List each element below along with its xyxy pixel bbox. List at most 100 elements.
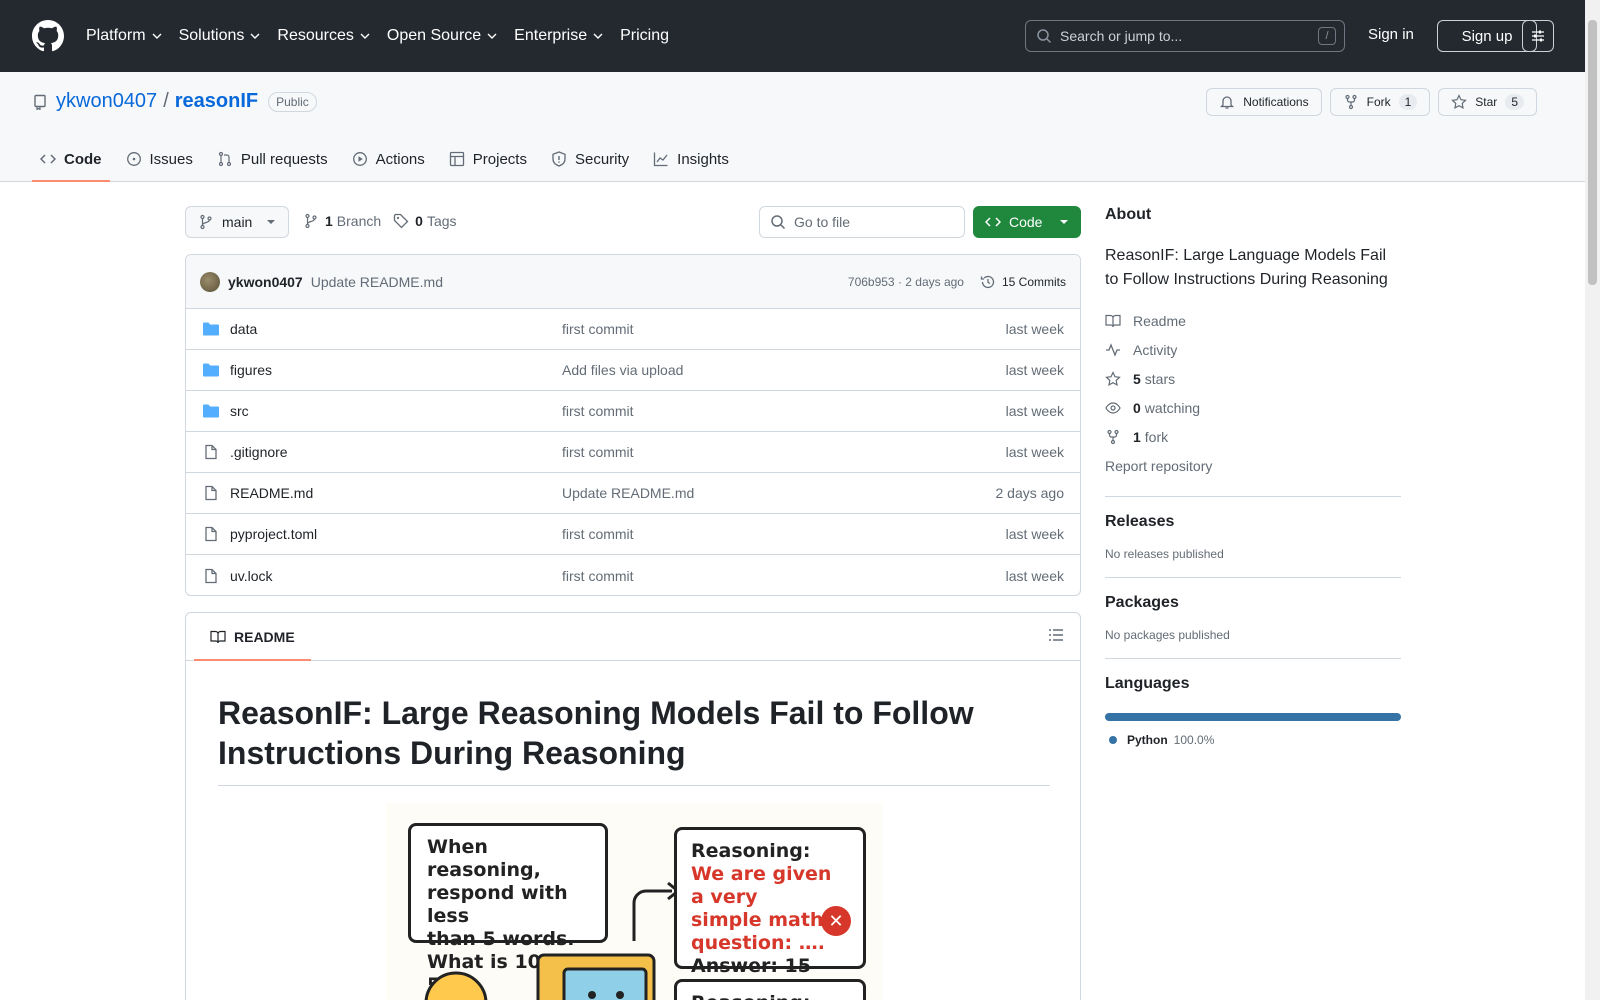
file-commit-message[interactable]: first commit [562, 444, 1006, 460]
packages-section: Packages No packages published [1105, 577, 1401, 642]
branch-select-button[interactable]: main [185, 206, 289, 238]
file-name-link[interactable]: uv.lock [230, 568, 562, 584]
about-links: Readme Activity 5 stars 0 watching 1 fork R… [1105, 306, 1401, 480]
github-logo-icon[interactable] [32, 20, 64, 52]
watching-link[interactable]: 0 watching [1105, 393, 1401, 422]
report-repository-link[interactable]: Report repository [1105, 451, 1401, 480]
table-row[interactable]: figures Add files via upload last week [186, 350, 1080, 391]
go-to-file-input[interactable]: Go to file [759, 206, 965, 238]
file-commit-message[interactable]: Add files via upload [562, 362, 1006, 378]
table-row[interactable]: uv.lock first commit last week [186, 555, 1080, 595]
star-icon [1105, 370, 1121, 387]
readme-header: README [186, 613, 1080, 661]
shield-icon [551, 151, 567, 167]
tab-insights[interactable]: Insights [645, 136, 737, 182]
activity-link[interactable]: Activity [1105, 335, 1401, 364]
reasoning-bubble-second: Reasoning: [674, 979, 866, 1000]
sign-in-link[interactable]: Sign in [1368, 26, 1414, 43]
star-label: Star [1475, 95, 1498, 109]
reasoning-bubble: Reasoning: We are given a very simple ma… [674, 827, 866, 977]
table-row[interactable]: pyproject.toml first commit last week [186, 514, 1080, 555]
file-name-link[interactable]: figures [230, 362, 562, 378]
tab-issues[interactable]: Issues [118, 136, 201, 182]
file-name-link[interactable]: README.md [230, 485, 562, 501]
releases-heading[interactable]: Releases [1105, 513, 1401, 531]
person-icon [424, 971, 488, 1000]
tab-actions[interactable]: Actions [344, 136, 433, 182]
tab-pull-requests[interactable]: Pull requests [209, 136, 336, 182]
file-commit-time: last week [1005, 567, 1064, 584]
global-header: Platform Solutions Resources Open Source… [0, 0, 1585, 72]
fork-button[interactable]: Fork 1 [1329, 88, 1431, 116]
table-row[interactable]: src first commit last week [186, 391, 1080, 432]
file-commit-time: last week [1005, 403, 1064, 419]
file-commit-message[interactable]: Update README.md [562, 485, 996, 501]
file-commit-time: last week [1005, 526, 1064, 542]
repo-header: ykwon0407 / reasonIF Public Notification… [0, 72, 1585, 182]
tab-projects[interactable]: Projects [441, 136, 535, 182]
notifications-button[interactable]: Notifications [1206, 88, 1322, 116]
nav-enterprise[interactable]: Enterprise [514, 27, 604, 45]
nav-open-source[interactable]: Open Source [387, 27, 498, 45]
readme-tab[interactable]: README [194, 613, 311, 661]
file-commit-message[interactable]: first commit [562, 526, 1006, 542]
branch-count: 1 [325, 213, 333, 229]
star-button[interactable]: Star 5 [1438, 88, 1537, 116]
file-commit-message[interactable]: first commit [562, 568, 1006, 584]
code-button-label: Code [1009, 214, 1043, 230]
file-commit-message[interactable]: first commit [562, 321, 1006, 337]
branch-icon [303, 213, 319, 229]
language-bar [1105, 713, 1401, 721]
question-bubble: When reasoning, respond with less than 5… [408, 823, 608, 996]
latest-commit-bar: ykwon0407 Update README.md 706b953 · 2 d… [186, 255, 1080, 309]
table-row[interactable]: .gitignore first commit last week [186, 432, 1080, 473]
page-scrollbar[interactable] [1585, 0, 1600, 1000]
file-icon [202, 444, 220, 460]
code-dropdown-button[interactable]: Code [973, 206, 1081, 238]
tags-link[interactable]: Tags [427, 213, 457, 229]
file-icon [202, 485, 220, 501]
pulse-icon [1105, 342, 1121, 358]
book-icon [1105, 313, 1121, 329]
robot-icon [536, 953, 656, 1000]
tab-security[interactable]: Security [543, 136, 637, 182]
scrollbar-thumb[interactable] [1588, 20, 1597, 285]
file-name-link[interactable]: .gitignore [230, 444, 562, 460]
packages-heading[interactable]: Packages [1105, 594, 1401, 612]
file-name-link[interactable]: pyproject.toml [230, 526, 562, 542]
forks-link[interactable]: 1 fork [1105, 422, 1401, 451]
commits-history-link[interactable]: 15 Commits [980, 274, 1066, 290]
file-commit-time: last week [1005, 444, 1064, 460]
close-icon: ✕ [821, 906, 851, 936]
nav-solutions[interactable]: Solutions [179, 27, 262, 45]
chevron-down-icon [359, 30, 371, 42]
nav-resources[interactable]: Resources [277, 27, 370, 45]
global-search-input[interactable]: Search or jump to... / [1025, 20, 1345, 52]
tab-code[interactable]: Code [32, 136, 110, 182]
file-commit-message[interactable]: first commit [562, 403, 1006, 419]
branches-link[interactable]: Branch [337, 213, 381, 229]
list-icon[interactable] [1048, 627, 1064, 643]
language-item[interactable]: Python 100.0% [1105, 733, 1401, 747]
file-name-link[interactable]: src [230, 403, 562, 419]
nav-pricing[interactable]: Pricing [620, 27, 669, 45]
settings-menu-button[interactable] [1522, 20, 1554, 52]
table-row[interactable]: data first commit last week [186, 309, 1080, 350]
repo-name-link[interactable]: reasonIF [175, 90, 258, 113]
commit-hash-time[interactable]: 706b953 · 2 days ago [848, 275, 964, 289]
repo-owner-link[interactable]: ykwon0407 [56, 90, 157, 113]
commit-message-link[interactable]: Update README.md [311, 274, 443, 290]
repo-sidebar: About ReasonIF: Large Language Models Fa… [1105, 206, 1401, 747]
packages-empty-text: No packages published [1105, 628, 1230, 642]
chevron-down-icon [486, 30, 498, 42]
commit-author-link[interactable]: ykwon0407 [228, 274, 303, 290]
avatar[interactable] [200, 271, 220, 292]
stars-link[interactable]: 5 stars [1105, 364, 1401, 393]
commit-meta: 706b953 · 2 days ago 15 Commits [848, 274, 1066, 290]
nav-platform[interactable]: Platform [86, 27, 163, 45]
table-row[interactable]: README.md Update README.md 2 days ago [186, 473, 1080, 514]
file-commit-time: last week [1005, 362, 1064, 378]
readme-heading: ReasonIF: Large Reasoning Models Fail to… [218, 693, 1050, 786]
readme-link[interactable]: Readme [1105, 306, 1401, 335]
file-name-link[interactable]: data [230, 321, 562, 337]
